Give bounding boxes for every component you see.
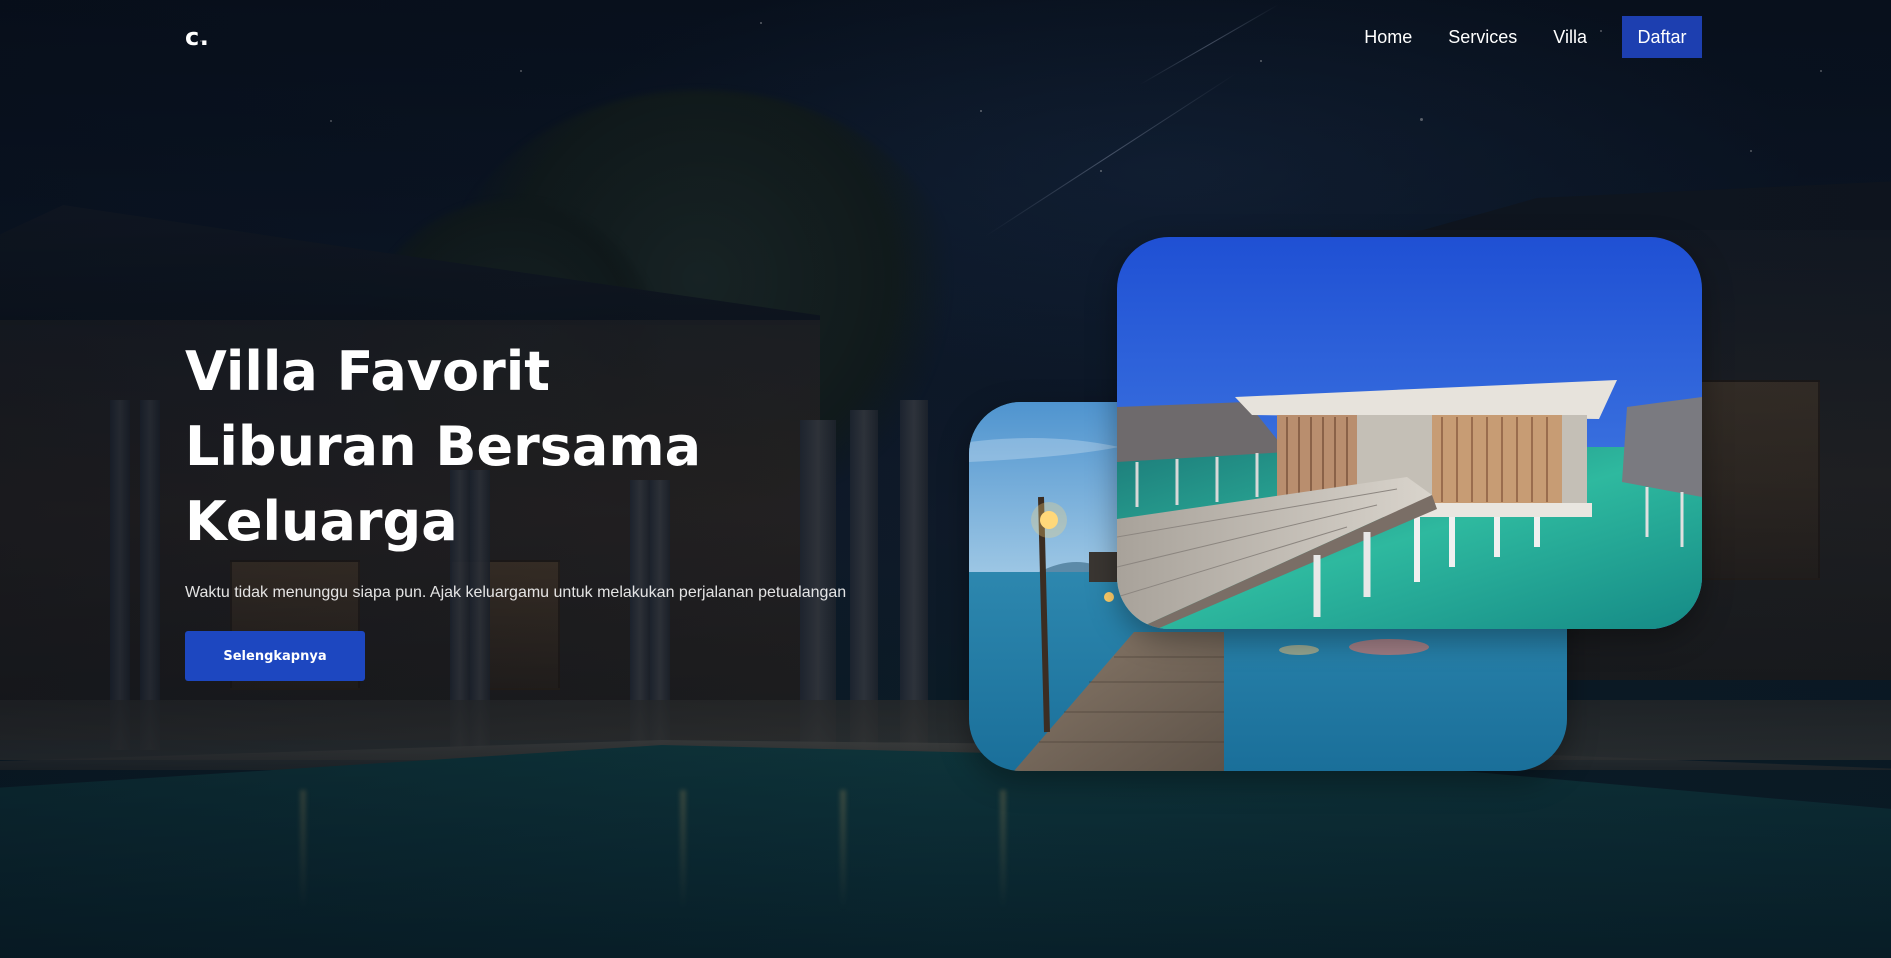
nav-links: Home Services Villa Daftar xyxy=(1328,16,1702,58)
hero-title-line-1: Villa Favorit xyxy=(185,340,551,403)
nav-link-services[interactable]: Services xyxy=(1448,27,1517,48)
hero-title-line-2: Liburan Bersama xyxy=(185,415,702,478)
navbar: c. Home Services Villa Daftar xyxy=(185,16,1702,58)
daftar-button[interactable]: Daftar xyxy=(1622,16,1702,58)
nav-link-home[interactable]: Home xyxy=(1364,27,1412,48)
hero-subtitle: Waktu tidak menunggu siapa pun. Ajak kel… xyxy=(185,584,847,601)
hero-title: Villa Favorit Liburan Bersama Keluarga xyxy=(185,334,745,559)
hero-title-line-3: Keluarga xyxy=(185,490,458,553)
villa-image-front xyxy=(1117,237,1702,629)
logo[interactable]: c. xyxy=(185,23,209,51)
nav-link-villa[interactable]: Villa xyxy=(1553,27,1587,48)
selengkapnya-button[interactable]: Selengkapnya xyxy=(185,631,365,681)
